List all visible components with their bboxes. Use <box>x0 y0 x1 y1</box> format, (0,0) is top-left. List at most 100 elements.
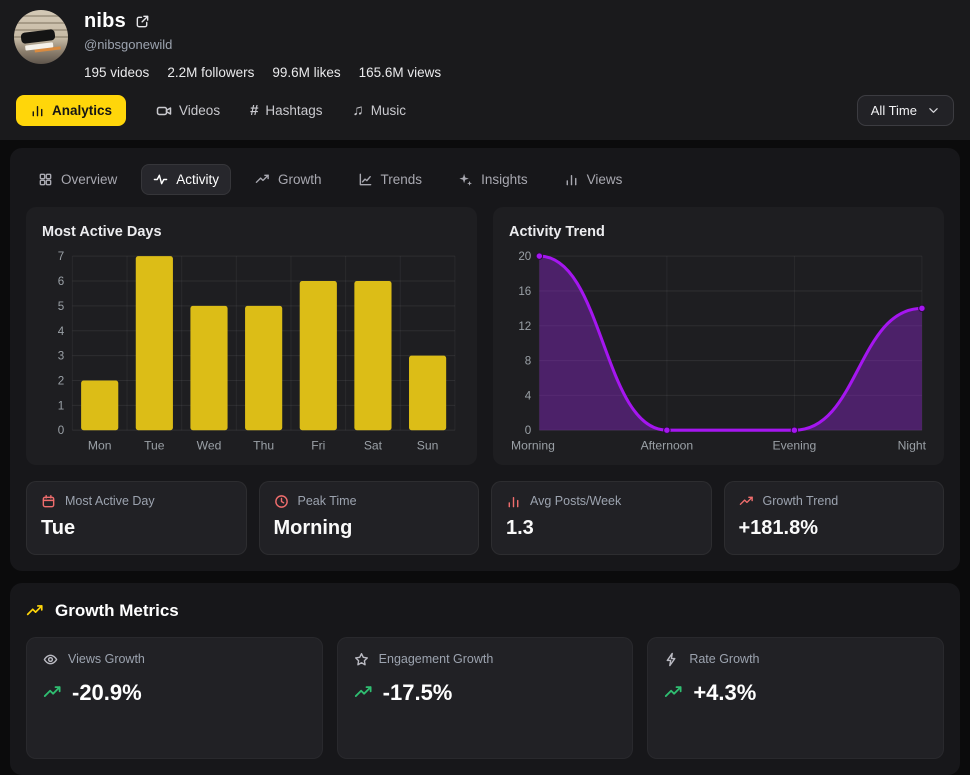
svg-text:Wed: Wed <box>197 438 222 452</box>
tab-hashtags[interactable]: # Hashtags <box>250 103 322 118</box>
svg-text:8: 8 <box>525 355 531 368</box>
svg-text:Thu: Thu <box>253 438 274 452</box>
hashtag-icon: # <box>250 103 258 118</box>
videos-count: 195 videos <box>84 65 149 80</box>
tab-analytics[interactable]: Analytics <box>16 95 126 126</box>
avg-posts-card: Avg Posts/Week 1.3 <box>491 481 712 555</box>
subtab-trends[interactable]: Trends <box>346 164 435 195</box>
tab-analytics-label: Analytics <box>52 103 112 118</box>
activity-trend-chart: 048121620MorningAfternoonEveningNight <box>509 246 928 457</box>
trending-up-icon <box>739 494 754 509</box>
calendar-icon <box>41 494 56 509</box>
most-active-day-card: Most Active Day Tue <box>26 481 247 555</box>
svg-text:3: 3 <box>58 350 64 363</box>
svg-text:Fri: Fri <box>311 438 325 452</box>
subtab-views[interactable]: Views <box>552 164 635 195</box>
sparkles-icon <box>458 172 473 187</box>
svg-text:2: 2 <box>58 375 64 388</box>
main-nav: Analytics Videos # Hashtags ♫ Music All … <box>14 95 956 126</box>
music-note-icon: ♫ <box>352 103 363 118</box>
trending-up-icon <box>26 602 44 620</box>
svg-text:Evening: Evening <box>772 438 816 452</box>
activity-stat-cards: Most Active Day Tue Peak Time Morning Av… <box>26 481 944 555</box>
svg-text:Sun: Sun <box>417 438 439 452</box>
svg-text:6: 6 <box>58 275 64 288</box>
activity-panel: Overview Activity Growth Trends Insights… <box>10 148 960 571</box>
bar-chart-icon <box>30 103 45 118</box>
trending-up-icon <box>354 683 373 702</box>
views-growth-card: Views Growth -20.9% <box>26 637 323 759</box>
profile-handle: @nibsgonewild <box>84 37 441 52</box>
most-active-days-chart: 0 1 2 3 4 5 6 7 Mon Tue Wed Thu Fri Sat Sun <box>42 246 461 457</box>
views-count: 165.6M views <box>359 65 442 80</box>
grid-icon <box>38 172 53 187</box>
growth-label: Engagement Growth <box>379 652 494 666</box>
bar-chart-icon <box>506 494 521 509</box>
trending-up-icon <box>255 172 270 187</box>
svg-text:0: 0 <box>58 424 65 437</box>
trending-up-icon <box>664 683 683 702</box>
svg-text:Tue: Tue <box>144 438 165 452</box>
tab-hashtags-label: Hashtags <box>265 103 322 118</box>
tab-music[interactable]: ♫ Music <box>352 103 406 118</box>
most-active-days-card: Most Active Days 0 1 2 3 4 5 6 7 Mon Tue Wed Thu Fri… <box>26 207 477 465</box>
chevron-down-icon <box>927 104 940 117</box>
chart-title: Most Active Days <box>42 224 461 240</box>
engagement-growth-card: Engagement Growth -17.5% <box>337 637 634 759</box>
stat-label: Avg Posts/Week <box>530 494 621 508</box>
eye-icon <box>43 652 58 667</box>
svg-text:4: 4 <box>58 325 65 338</box>
svg-text:0: 0 <box>525 424 532 437</box>
svg-text:Afternoon: Afternoon <box>641 438 694 452</box>
profile-header: nibs @nibsgonewild 195 videos 2.2M follo… <box>0 0 970 140</box>
stat-label: Growth Trend <box>763 494 839 508</box>
growth-metrics-panel: Growth Metrics Views Growth -20.9% Engag… <box>10 583 960 775</box>
growth-label: Views Growth <box>68 652 145 666</box>
tab-music-label: Music <box>371 103 406 118</box>
peak-time-card: Peak Time Morning <box>259 481 480 555</box>
chart-title: Activity Trend <box>509 224 928 240</box>
stat-label: Peak Time <box>298 494 357 508</box>
subtab-activity[interactable]: Activity <box>141 164 231 195</box>
activity-trend-card: Activity Trend 048121620MorningAfternoon… <box>493 207 944 465</box>
svg-text:5: 5 <box>58 300 64 313</box>
tab-videos[interactable]: Videos <box>156 103 220 119</box>
svg-text:1: 1 <box>58 399 64 412</box>
clock-icon <box>274 494 289 509</box>
growth-value: -20.9% <box>72 680 142 706</box>
svg-text:12: 12 <box>518 320 531 333</box>
svg-text:Morning: Morning <box>511 438 555 452</box>
svg-text:Night: Night <box>898 438 927 452</box>
stat-value: 1.3 <box>506 517 697 540</box>
svg-text:16: 16 <box>518 285 531 298</box>
growth-metrics-title: Growth Metrics <box>55 601 179 621</box>
time-range-value: All Time <box>871 103 917 118</box>
trending-up-icon <box>43 683 62 702</box>
stat-value: +181.8% <box>739 517 930 540</box>
pulse-icon <box>153 172 168 187</box>
growth-trend-card: Growth Trend +181.8% <box>724 481 945 555</box>
growth-value: -17.5% <box>383 680 453 706</box>
profile-name: nibs <box>84 10 126 33</box>
stat-value: Morning <box>274 517 465 540</box>
subtab-growth[interactable]: Growth <box>243 164 334 195</box>
svg-text:Sat: Sat <box>364 438 383 452</box>
profile-stats: 195 videos 2.2M followers 99.6M likes 16… <box>84 65 441 80</box>
bar-chart-icon <box>564 172 579 187</box>
subtab-overview[interactable]: Overview <box>26 164 129 195</box>
growth-value: +4.3% <box>693 680 756 706</box>
rate-growth-card: Rate Growth +4.3% <box>647 637 944 759</box>
analytics-subtabs: Overview Activity Growth Trends Insights… <box>26 164 944 195</box>
subtab-insights[interactable]: Insights <box>446 164 540 195</box>
likes-count: 99.6M likes <box>272 65 340 80</box>
bolt-icon <box>664 652 679 667</box>
tab-videos-label: Videos <box>179 103 220 118</box>
external-link-icon[interactable] <box>135 14 150 29</box>
svg-text:4: 4 <box>525 389 532 402</box>
followers-count: 2.2M followers <box>167 65 254 80</box>
time-range-select[interactable]: All Time <box>857 95 954 126</box>
svg-text:7: 7 <box>58 250 64 263</box>
chart-line-icon <box>358 172 373 187</box>
stat-label: Most Active Day <box>65 494 155 508</box>
svg-text:Mon: Mon <box>88 438 112 452</box>
